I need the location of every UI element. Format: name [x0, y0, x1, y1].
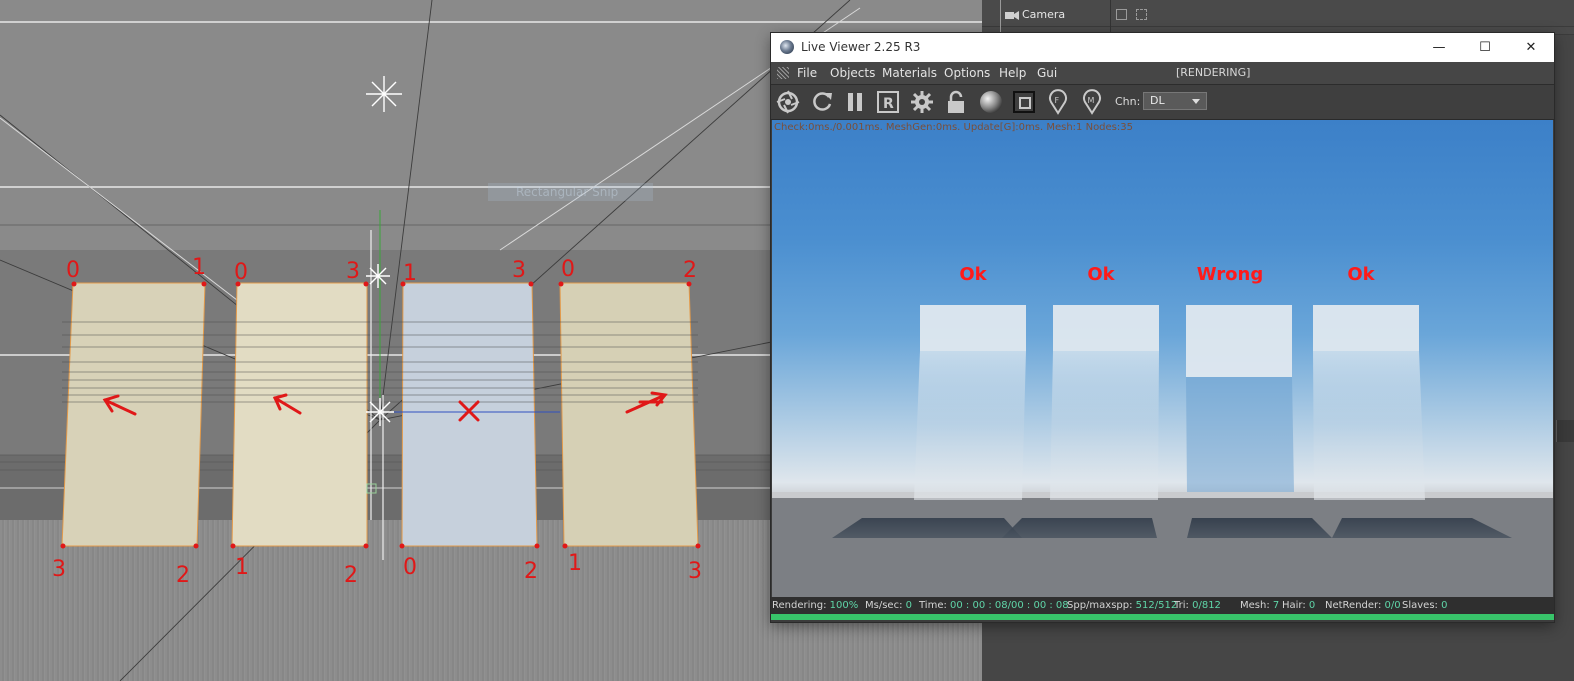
- app-icon: [780, 40, 794, 54]
- menu-objects[interactable]: Objects: [830, 66, 875, 80]
- corner-label: 0: [403, 555, 417, 580]
- maximize-button[interactable]: ☐: [1462, 33, 1508, 62]
- status-tri: Tri: 0/812: [1174, 600, 1221, 611]
- live-viewer-window: Live Viewer 2.25 R3 — ☐ ✕ File Objects M…: [771, 33, 1554, 622]
- pin-f-letter: F: [1055, 96, 1060, 105]
- minimize-button[interactable]: —: [1416, 33, 1462, 62]
- render-label-ok-2: Ok: [1087, 264, 1115, 285]
- object-column-separator: [1110, 0, 1111, 34]
- corner-label: 3: [346, 259, 360, 284]
- corner-label: 0: [561, 257, 575, 282]
- visibility-toggle[interactable]: [1116, 9, 1127, 20]
- menu-materials[interactable]: Materials: [882, 66, 937, 80]
- channel-value: DL: [1150, 94, 1165, 107]
- pause-icon[interactable]: [842, 89, 868, 115]
- render-label-wrong: Wrong: [1196, 264, 1264, 285]
- render-label-ok-1: Ok: [959, 264, 987, 285]
- corner-label: 1: [568, 551, 582, 576]
- pin-m-letter: M: [1088, 96, 1095, 105]
- status-hair: Hair: 0: [1282, 600, 1316, 611]
- status-mesh: Mesh: 7: [1240, 600, 1280, 611]
- panel-edge-tab[interactable]: [1556, 420, 1574, 442]
- render-region-icon[interactable]: R: [875, 89, 901, 115]
- status-mssec: Ms/sec: 0: [865, 600, 912, 611]
- aperture-icon[interactable]: [775, 89, 801, 115]
- chevron-down-icon: [1192, 99, 1200, 104]
- render-progress-fill: [771, 614, 1554, 620]
- channel-select[interactable]: DL: [1143, 92, 1207, 110]
- menu-gui[interactable]: Gui: [1037, 66, 1057, 80]
- status-netrender: NetRender: 0/0: [1325, 600, 1401, 611]
- render-progress-bar: [771, 614, 1554, 620]
- corner-label: 2: [524, 559, 538, 584]
- tag-icon[interactable]: [1136, 9, 1147, 20]
- render-scene: [772, 305, 1553, 597]
- crop-icon[interactable]: [1011, 89, 1037, 115]
- rectangular-snip-ghost: Rectangular Snip: [488, 183, 653, 201]
- render-label-ok-3: Ok: [1347, 264, 1375, 285]
- status-spp: Spp/maxspp: 512/512: [1067, 600, 1178, 611]
- corner-label: 1: [192, 255, 206, 280]
- channel-label: Chn:: [1115, 95, 1141, 108]
- toolbar: R F M Chn: DL: [771, 85, 1554, 120]
- render-status: [RENDERING]: [1176, 66, 1251, 79]
- menu-file[interactable]: File: [797, 66, 817, 80]
- corner-label: 3: [512, 258, 526, 283]
- object-tree-line: [1000, 0, 1001, 34]
- render-region-letter: R: [883, 96, 894, 112]
- camera-icon: [1005, 11, 1019, 20]
- status-time: Time: 00 : 00 : 08/00 : 00 : 08: [919, 600, 1069, 611]
- corner-label: 1: [235, 555, 249, 580]
- corner-label: 1: [403, 261, 417, 286]
- refresh-icon[interactable]: [809, 89, 835, 115]
- corner-label: 2: [176, 563, 190, 588]
- pin-f-icon[interactable]: F: [1045, 89, 1071, 115]
- corner-label: 2: [344, 563, 358, 588]
- window-titlebar[interactable]: Live Viewer 2.25 R3 — ☐ ✕: [771, 33, 1554, 62]
- window-title: Live Viewer 2.25 R3: [801, 40, 921, 54]
- close-button[interactable]: ✕: [1508, 33, 1554, 62]
- render-view[interactable]: Check:0ms./0.001ms. MeshGen:0ms. Update[…: [772, 120, 1553, 597]
- corner-label: 0: [66, 258, 80, 283]
- grip-icon[interactable]: [777, 67, 789, 79]
- pin-m-icon[interactable]: M: [1079, 89, 1105, 115]
- menu-help[interactable]: Help: [999, 66, 1026, 80]
- corner-label: 3: [688, 559, 702, 584]
- corner-label: 0: [234, 260, 248, 285]
- material-sphere-icon[interactable]: [978, 89, 1004, 115]
- status-bar: Rendering: 100% Ms/sec: 0 Time: 00 : 00 …: [771, 597, 1554, 614]
- corner-label: 3: [52, 557, 66, 582]
- corner-label: 2: [683, 258, 697, 283]
- status-slaves: Slaves: 0: [1402, 600, 1448, 611]
- menu-options[interactable]: Options: [944, 66, 990, 80]
- object-row-camera[interactable]: [982, 4, 1574, 27]
- gear-icon[interactable]: [909, 89, 935, 115]
- lock-icon[interactable]: [943, 89, 969, 115]
- status-rendering: Rendering: 100%: [772, 600, 859, 611]
- camera-object-label[interactable]: Camera: [1022, 8, 1065, 21]
- menu-bar: File Objects Materials Options Help Gui …: [771, 62, 1554, 85]
